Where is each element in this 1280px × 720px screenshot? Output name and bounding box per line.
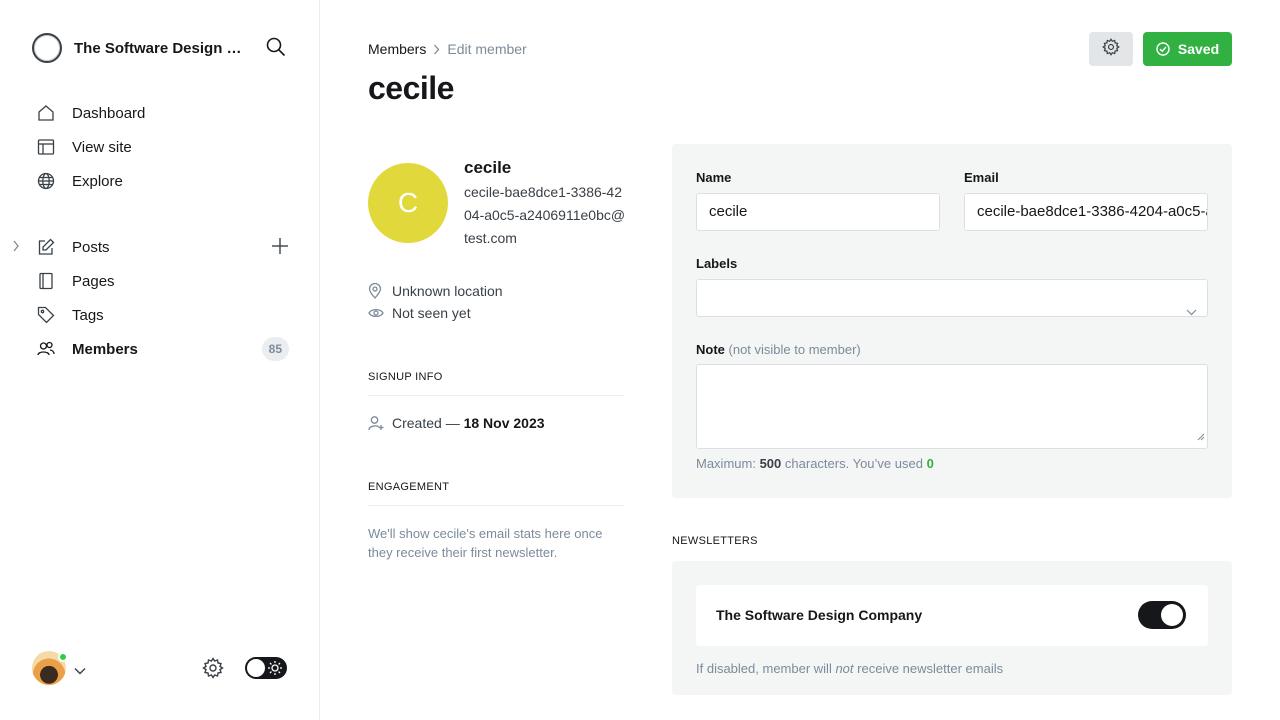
layout-icon xyxy=(36,137,56,157)
newsletter-item: The Software Design Company xyxy=(696,585,1208,646)
location-pin-icon xyxy=(368,283,384,299)
labels-select[interactable] xyxy=(696,279,1208,317)
sidebar-item-explore[interactable]: Explore xyxy=(36,164,296,198)
breadcrumb: Members Edit member xyxy=(368,41,527,57)
user-add-icon xyxy=(368,415,384,431)
member-created: Created — 18 Nov 2023 xyxy=(368,415,545,431)
member-last-seen-text: Not seen yet xyxy=(392,305,471,321)
member-location: Unknown location xyxy=(368,283,503,299)
email-field[interactable]: cecile-bae8dce1-3386-4204-a0c5-a2406911e… xyxy=(964,193,1208,231)
created-prefix: Created — xyxy=(392,415,460,431)
sidebar-item-label: Pages xyxy=(72,272,115,290)
newsletter-hint: If disabled, member will not receive new… xyxy=(696,661,1003,676)
note-hint-mid: characters. You’ve used xyxy=(784,456,923,471)
eye-icon xyxy=(368,307,384,319)
newsletter-hint-after: receive newsletter emails xyxy=(857,661,1004,676)
breadcrumb-members-link[interactable]: Members xyxy=(368,41,426,57)
name-field[interactable]: cecile xyxy=(696,193,940,231)
brand[interactable]: The Software Design Company xyxy=(32,33,249,63)
toggle-knob xyxy=(1161,604,1183,626)
note-label-text: Note xyxy=(696,342,725,357)
email-label: Email xyxy=(964,170,999,185)
online-status-dot xyxy=(58,652,68,662)
engagement-text: We'll show cecile's email stats here onc… xyxy=(368,526,603,560)
sidebar-item-label: Explore xyxy=(72,172,123,190)
members-count-badge: 85 xyxy=(261,337,289,361)
chevron-down-icon xyxy=(1186,294,1197,316)
note-char-counter: Maximum: 500 characters. You’ve used 0 xyxy=(696,456,934,471)
newsletter-subscription-toggle[interactable] xyxy=(1138,601,1186,629)
note-used-chars: 0 xyxy=(926,456,934,471)
newsletter-name: The Software Design Company xyxy=(716,607,923,623)
chevron-right-icon xyxy=(433,44,440,55)
member-email: cecile-bae8dce1-3386-4204-a0c5-a2406911e… xyxy=(464,184,626,246)
primary-nav: Dashboard View site Explore xyxy=(36,96,296,198)
note-max-chars: 500 xyxy=(759,456,782,471)
member-name: cecile xyxy=(464,158,512,177)
theme-toggle-knob xyxy=(247,659,265,677)
globe-icon xyxy=(36,171,56,191)
newsletter-hint-before: If disabled, member will xyxy=(696,661,832,676)
sidebar-item-members[interactable]: Members 85 xyxy=(36,332,296,366)
resize-handle-icon[interactable] xyxy=(1197,428,1205,446)
members-icon xyxy=(36,339,56,359)
sidebar-item-label: Members xyxy=(72,340,138,358)
page-title: cecile xyxy=(368,70,454,106)
add-post-icon[interactable] xyxy=(271,237,289,259)
signup-info-heading: SIGNUP INFO xyxy=(368,371,624,396)
member-location-text: Unknown location xyxy=(392,283,503,299)
home-icon xyxy=(36,103,56,123)
save-button-label: Saved xyxy=(1177,41,1220,57)
site-title: The Software Design Company xyxy=(74,39,249,57)
content-nav: Posts Pages Tags Members 85 xyxy=(13,230,296,366)
sidebar-item-dashboard[interactable]: Dashboard xyxy=(36,96,296,130)
pencil-icon xyxy=(36,237,56,257)
newsletter-hint-emphasis: not xyxy=(835,661,854,676)
name-label: Name xyxy=(696,170,732,185)
note-label: Note (not visible to member) xyxy=(696,342,861,357)
site-logo xyxy=(32,33,62,63)
note-hint-prefix: Maximum: xyxy=(696,456,756,471)
sidebar-item-label: Dashboard xyxy=(72,104,146,122)
theme-toggle[interactable] xyxy=(245,657,287,679)
gear-icon[interactable] xyxy=(202,657,224,684)
pages-icon xyxy=(36,271,56,291)
chevron-right-icon[interactable] xyxy=(12,239,20,256)
sidebar-item-label: View site xyxy=(72,138,132,156)
sun-icon xyxy=(267,660,283,681)
sidebar-item-tags[interactable]: Tags xyxy=(36,298,296,332)
sidebar-item-pages[interactable]: Pages xyxy=(36,264,296,298)
chevron-down-icon[interactable] xyxy=(74,662,86,680)
member-settings-button[interactable] xyxy=(1089,32,1133,66)
sidebar-item-posts[interactable]: Posts xyxy=(13,230,296,264)
member-avatar: C xyxy=(368,163,448,243)
gear-icon xyxy=(1102,37,1120,61)
save-button[interactable]: Saved xyxy=(1143,32,1232,66)
labels-label: Labels xyxy=(696,256,738,271)
sidebar-item-label: Tags xyxy=(72,306,104,324)
sidebar: The Software Design Company Dashboard Vi… xyxy=(0,0,320,720)
member-last-seen: Not seen yet xyxy=(368,305,471,321)
check-circle-icon xyxy=(1156,42,1178,56)
note-sublabel: (not visible to member) xyxy=(728,342,861,357)
member-form: Name cecile Email cecile-bae8dce1-3386-4… xyxy=(672,144,1232,498)
search-icon[interactable] xyxy=(266,37,288,59)
created-date: 18 Nov 2023 xyxy=(463,415,545,431)
breadcrumb-current: Edit member xyxy=(447,41,527,57)
note-textarea[interactable] xyxy=(696,364,1208,449)
newsletters-panel: The Software Design Company If disabled,… xyxy=(672,561,1232,695)
engagement-heading: ENGAGEMENT xyxy=(368,481,624,506)
tag-icon xyxy=(36,305,56,325)
sidebar-item-label: Posts xyxy=(72,238,110,256)
sidebar-item-view-site[interactable]: View site xyxy=(36,130,296,164)
newsletters-heading: NEWSLETTERS xyxy=(672,535,758,547)
